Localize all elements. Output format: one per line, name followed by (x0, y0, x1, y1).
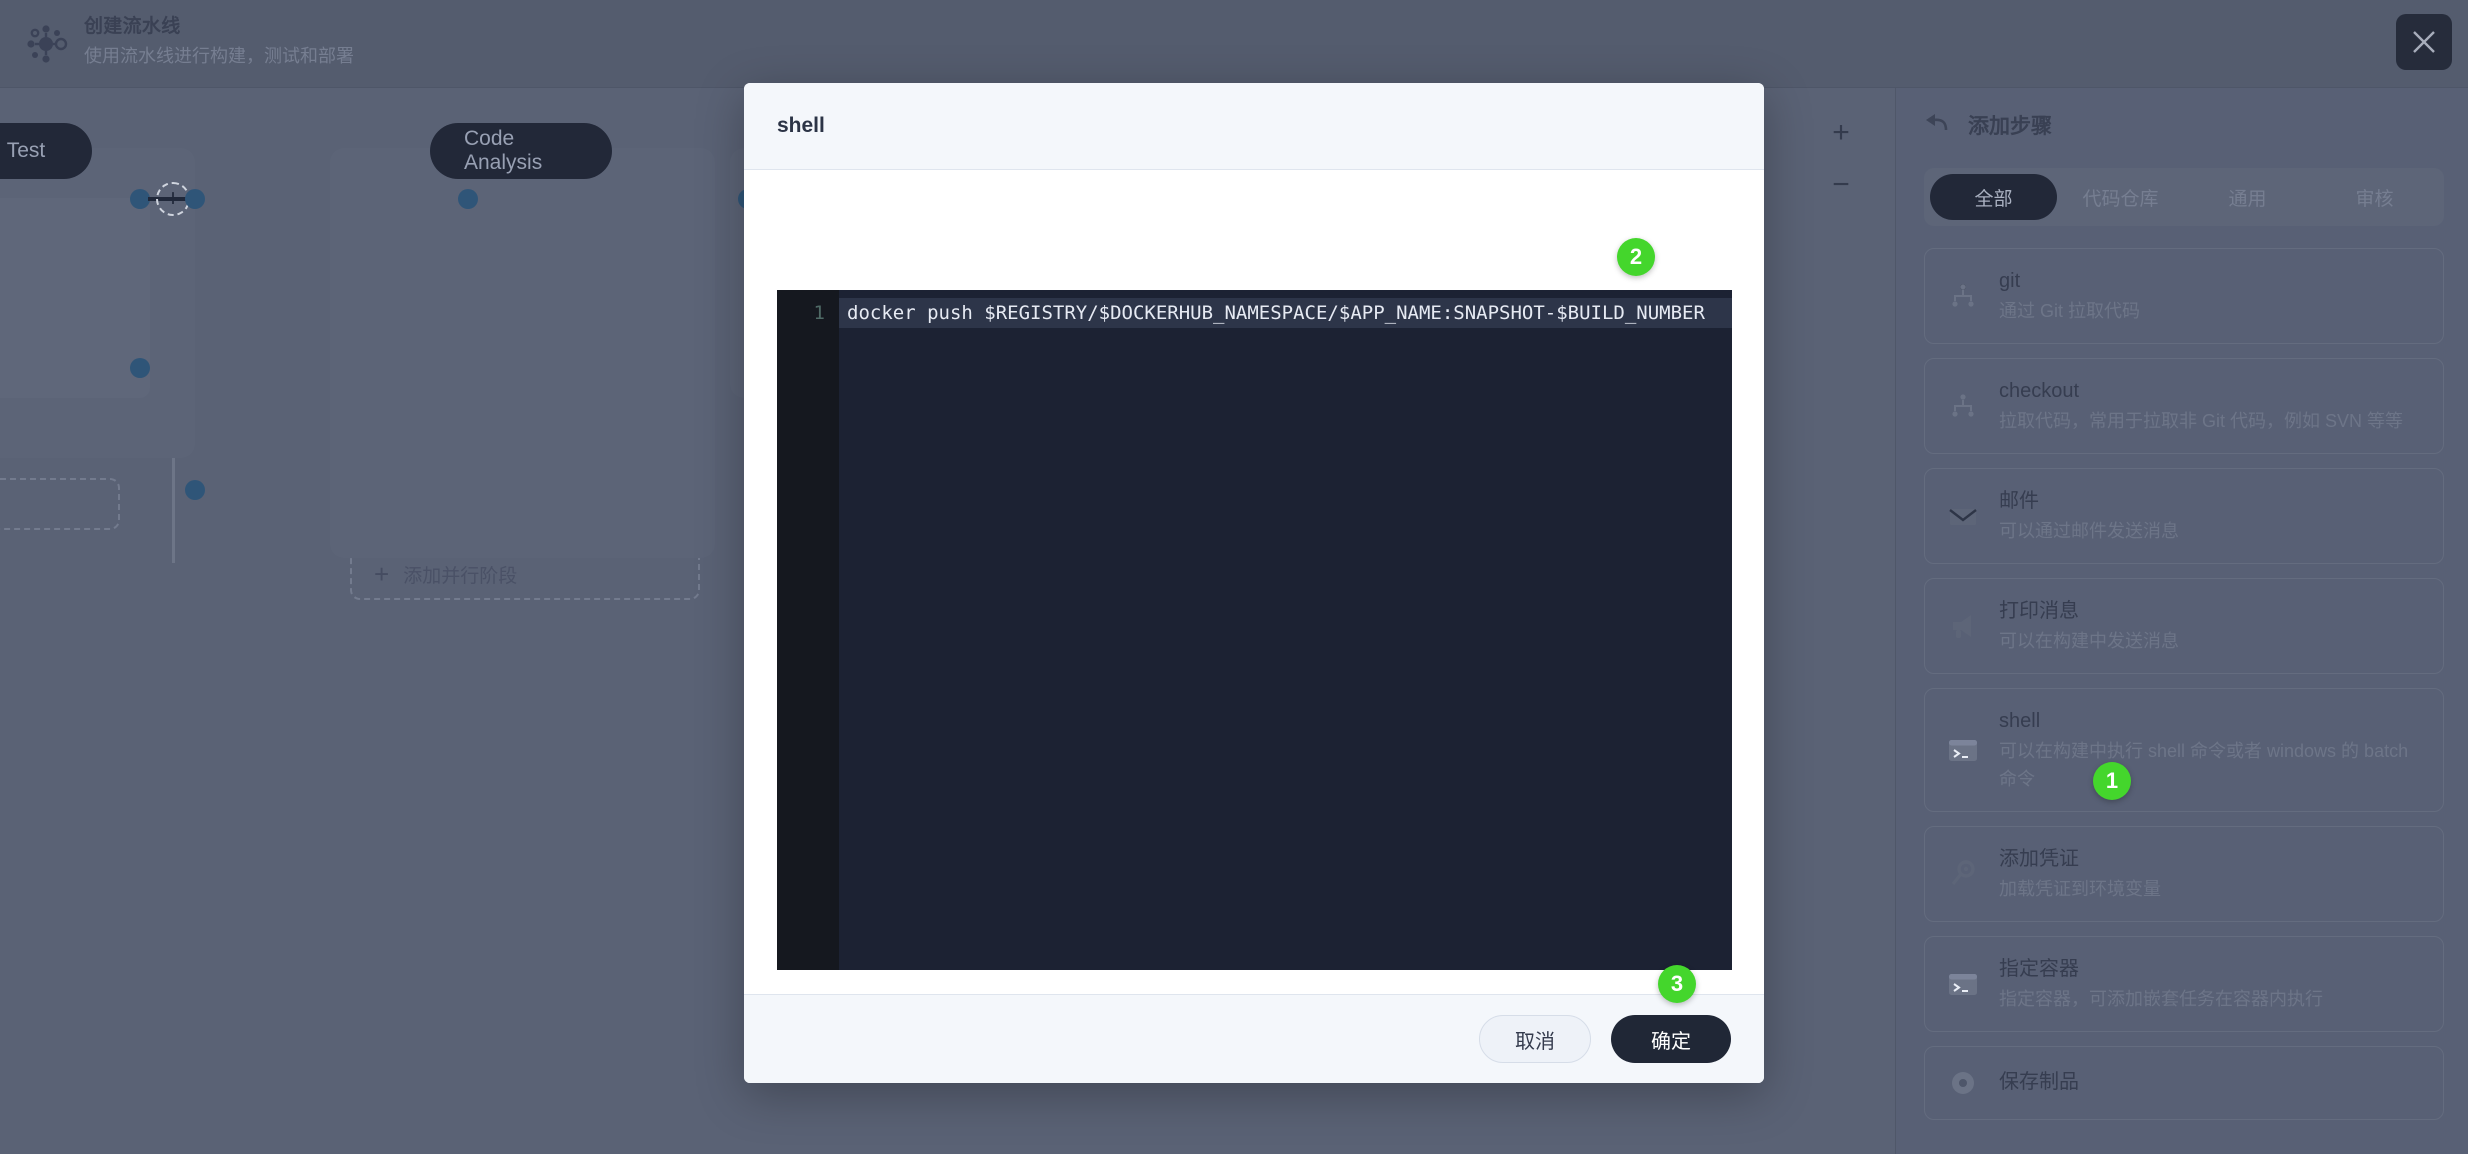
dialog-title: shell (777, 114, 825, 137)
annotation-badge-3: 3 (1658, 965, 1696, 1003)
shell-step-dialog: shell 1 docker push $REGISTRY/$DOCKERHUB… (744, 83, 1764, 1083)
confirm-button[interactable]: 确定 (1611, 1015, 1731, 1063)
line-number: 1 (813, 302, 825, 324)
annotation-badge-2: 2 (1617, 238, 1655, 276)
code-line[interactable]: docker push $REGISTRY/$DOCKERHUB_NAMESPA… (839, 298, 1732, 328)
dialog-header: shell (744, 83, 1764, 170)
cancel-button[interactable]: 取消 (1479, 1015, 1591, 1063)
editor-code-area[interactable]: docker push $REGISTRY/$DOCKERHUB_NAMESPA… (839, 290, 1732, 970)
dialog-body: 1 docker push $REGISTRY/$DOCKERHUB_NAMES… (744, 170, 1764, 994)
dialog-footer: 取消 确定 (744, 994, 1764, 1083)
annotation-badge-1: 1 (2093, 762, 2131, 800)
modal-layer: shell 1 docker push $REGISTRY/$DOCKERHUB… (0, 0, 2468, 1154)
editor-gutter: 1 (777, 290, 839, 970)
script-code-editor[interactable]: 1 docker push $REGISTRY/$DOCKERHUB_NAMES… (777, 290, 1732, 970)
